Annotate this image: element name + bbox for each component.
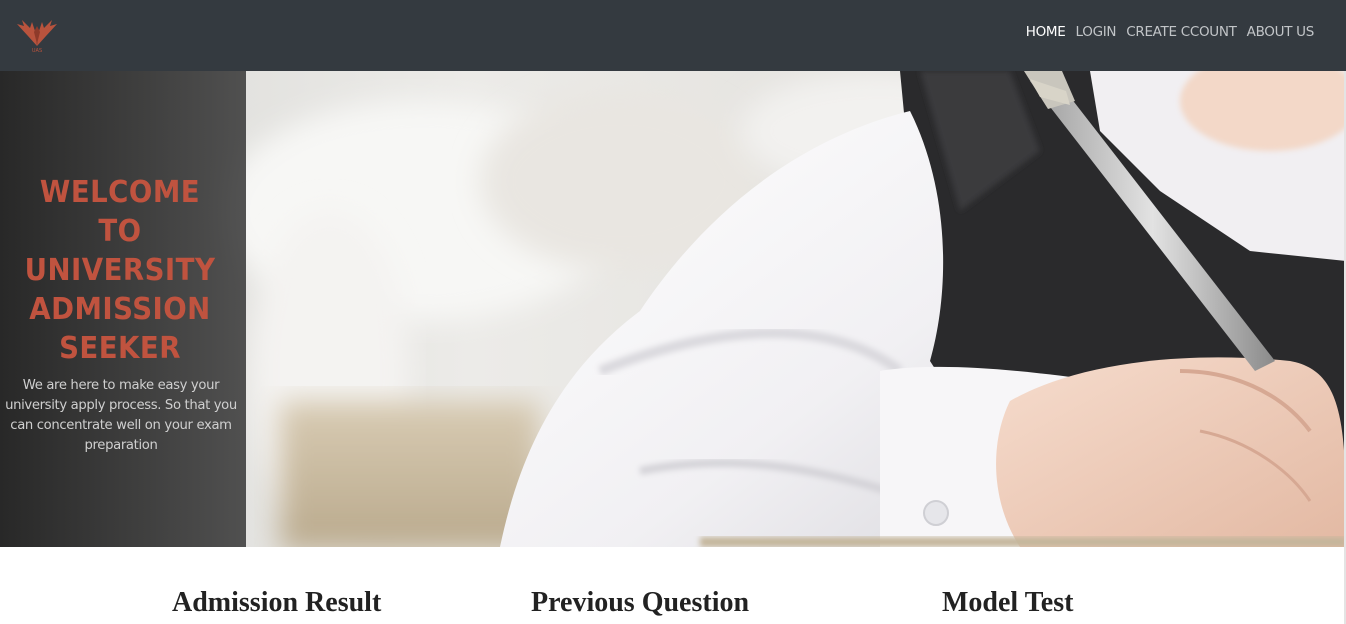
nav-login-link[interactable]: LOGIN [1076,24,1117,40]
nav-about-us-link[interactable]: ABOUT US [1247,24,1315,40]
nav-menu: HOME LOGIN CREATE CCOUNT ABOUT US [1026,24,1315,40]
model-test-heading[interactable]: Model Test [942,587,1073,619]
nav-create-account-link[interactable]: CREATE CCOUNT [1126,24,1237,40]
top-navbar: UAS HOME LOGIN CREATE CCOUNT ABOUT US [0,0,1346,71]
hero-banner: WELCOME TO UNIVERSITY ADMISSION SEEKER W… [0,71,1346,547]
welcome-title-line: SEEKER [59,331,181,366]
logo-text: UAS [32,48,42,54]
welcome-title: WELCOME TO UNIVERSITY ADMISSION SEEKER [10,173,231,368]
admission-result-heading[interactable]: Admission Result [172,587,381,619]
previous-question-heading[interactable]: Previous Question [531,587,749,619]
services-section: Admission Result Previous Question Model… [0,547,1346,624]
welcome-panel: WELCOME TO UNIVERSITY ADMISSION SEEKER W… [0,71,246,547]
phoenix-logo-icon[interactable]: UAS [14,16,60,54]
welcome-subtitle: We are here to make easy your university… [5,378,237,453]
welcome-title-line: WELCOME [39,175,201,210]
welcome-title-line: TO [98,214,142,249]
welcome-title-line: UNIVERSITY [24,253,216,288]
nav-home-link[interactable]: HOME [1026,24,1066,40]
welcome-title-line: ADMISSION [29,292,211,327]
